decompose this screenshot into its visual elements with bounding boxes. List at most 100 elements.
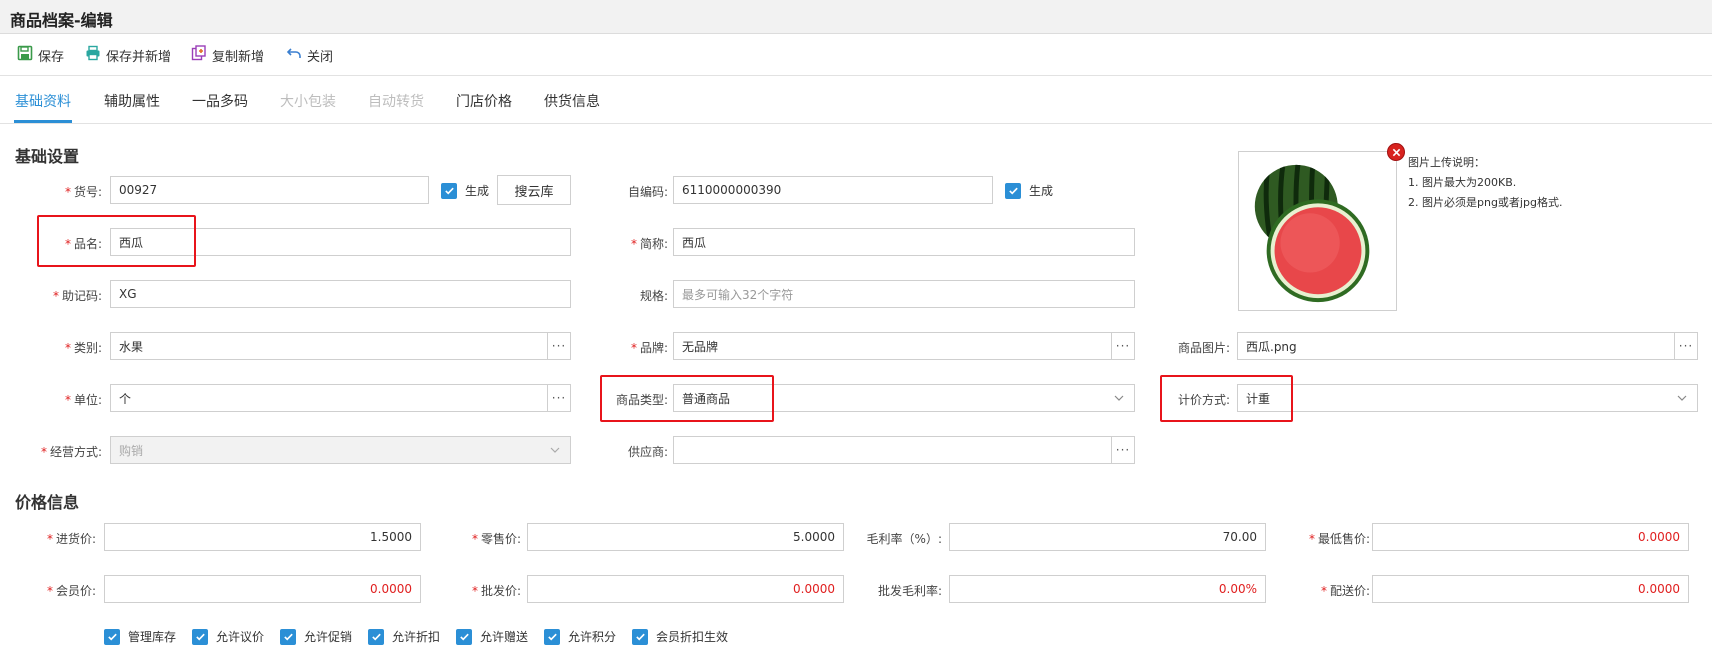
spec-input[interactable]: 最多可输入32个字符 bbox=[673, 280, 1135, 308]
pricing-value: 计重 bbox=[1246, 391, 1271, 406]
chevron-down-icon bbox=[550, 447, 560, 453]
delivery-price-input[interactable]: 0.0000 bbox=[1372, 575, 1689, 603]
checkbox-check-icon bbox=[456, 628, 472, 645]
close-button[interactable]: 关闭 bbox=[286, 44, 333, 66]
tab-supply-info[interactable]: 供货信息 bbox=[544, 91, 600, 111]
goods-type-select[interactable]: 普通商品 bbox=[673, 384, 1135, 412]
active-tab-indicator bbox=[14, 120, 72, 123]
image-note-title: 图片上传说明： bbox=[1408, 156, 1485, 169]
image-note-line-2: 2. 图片必须是png或者jpg格式. bbox=[1408, 196, 1563, 209]
self-code-generate-checkbox[interactable]: 生成 bbox=[1005, 182, 1053, 199]
tab-multi-code[interactable]: 一品多码 bbox=[192, 91, 248, 111]
option-label: 允许赠送 bbox=[480, 630, 529, 644]
picture-input[interactable]: 西瓜.png ··· bbox=[1237, 332, 1698, 360]
min-price-input[interactable]: 0.0000 bbox=[1372, 523, 1689, 551]
pricing-label: 计价方式: bbox=[1177, 393, 1230, 407]
tab-auto-transfer: 自动转货 bbox=[368, 94, 424, 110]
pricing-select[interactable]: 计重 bbox=[1237, 384, 1698, 412]
wholesale-margin-input[interactable]: 0.00% bbox=[949, 575, 1266, 603]
retail-price-input[interactable]: 5.0000 bbox=[527, 523, 844, 551]
short-name-input[interactable]: 西瓜 bbox=[673, 228, 1135, 256]
category-more-button[interactable]: ··· bbox=[547, 332, 571, 360]
wholesale-price-input[interactable]: 0.0000 bbox=[527, 575, 844, 603]
toolbar: 保存 保存并新增 复制新增 关闭 bbox=[0, 34, 1712, 76]
checkbox-check-icon bbox=[632, 628, 648, 645]
watermelon-image bbox=[1254, 164, 1370, 303]
supplier-label: 供应商: bbox=[627, 445, 668, 459]
section-title-basic: 基础设置 bbox=[15, 147, 80, 166]
save-and-new-button[interactable]: 保存并新增 bbox=[85, 44, 171, 66]
category-label: * 类别: bbox=[64, 341, 102, 355]
undo-arrow-icon bbox=[286, 45, 302, 65]
option-label: 允许折扣 bbox=[392, 630, 441, 644]
close-icon bbox=[1392, 148, 1400, 156]
member-price-input[interactable]: 0.0000 bbox=[104, 575, 421, 603]
supplier-more-button[interactable]: ··· bbox=[1111, 436, 1135, 464]
tab-bar: 基础资料 辅助属性 一品多码 大小包装 自动转货 门店价格 供货信息 bbox=[0, 76, 1712, 124]
wholesale-price-label: * 批发价: bbox=[471, 584, 521, 598]
picture-label: 商品图片: bbox=[1177, 341, 1230, 355]
checkbox-check-icon bbox=[280, 628, 296, 645]
option-allow-gift-checkbox[interactable]: 允许赠送 bbox=[456, 628, 528, 645]
purchase-price-input[interactable]: 1.5000 bbox=[104, 523, 421, 551]
mnemonic-input[interactable]: XG bbox=[110, 280, 571, 308]
checkbox-check-icon bbox=[544, 628, 560, 645]
save-button[interactable]: 保存 bbox=[17, 44, 64, 66]
copy-new-button[interactable]: 复制新增 bbox=[191, 44, 264, 66]
checkbox-check-icon bbox=[441, 182, 457, 199]
tab-store-price[interactable]: 门店价格 bbox=[456, 91, 512, 111]
purchase-price-label: * 进货价: bbox=[46, 532, 96, 546]
option-manage-stock-checkbox[interactable]: 管理库存 bbox=[104, 628, 176, 645]
option-allow-promotion-checkbox[interactable]: 允许促销 bbox=[280, 628, 352, 645]
picture-more-button[interactable]: ··· bbox=[1674, 332, 1698, 360]
item-no-generate-checkbox[interactable]: 生成 bbox=[441, 182, 489, 199]
wholesale-margin-label: 批发毛利率: bbox=[877, 584, 942, 598]
image-upload-note: 图片上传说明： 1. 图片最大为200KB. 2. 图片必须是png或者jpg格… bbox=[1408, 153, 1562, 213]
gross-margin-input[interactable]: 70.00 bbox=[949, 523, 1266, 551]
item-no-generate-label: 生成 bbox=[465, 184, 490, 198]
unit-more-button[interactable]: ··· bbox=[547, 384, 571, 412]
brand-more-button[interactable]: ··· bbox=[1111, 332, 1135, 360]
item-no-input[interactable]: 00927 bbox=[110, 176, 429, 204]
business-mode-label: * 经营方式: bbox=[40, 445, 102, 459]
copy-icon bbox=[191, 45, 207, 65]
brand-input[interactable]: 无品牌 ··· bbox=[673, 332, 1135, 360]
image-note-line-1: 1. 图片最大为200KB. bbox=[1408, 176, 1517, 189]
self-code-input[interactable]: 6110000000390 bbox=[673, 176, 993, 204]
tab-basic[interactable]: 基础资料 bbox=[15, 91, 71, 111]
checkbox-check-icon bbox=[192, 628, 208, 645]
chevron-down-icon bbox=[1114, 395, 1124, 401]
search-cloud-button[interactable]: 搜云库 bbox=[497, 175, 571, 205]
close-label: 关闭 bbox=[307, 49, 334, 65]
unit-input[interactable]: 个 ··· bbox=[110, 384, 571, 412]
chevron-down-icon bbox=[1677, 395, 1687, 401]
option-label: 允许议价 bbox=[216, 630, 265, 644]
item-no-label: * 货号: bbox=[64, 185, 102, 199]
option-allow-discount-checkbox[interactable]: 允许折扣 bbox=[368, 628, 440, 645]
name-input[interactable]: 西瓜 bbox=[110, 228, 571, 256]
product-image[interactable] bbox=[1238, 151, 1397, 311]
brand-value: 无品牌 bbox=[682, 339, 719, 354]
spec-label: 规格: bbox=[639, 289, 668, 303]
tab-packaging: 大小包装 bbox=[280, 94, 336, 110]
option-allow-bargain-checkbox[interactable]: 允许议价 bbox=[192, 628, 264, 645]
delivery-price-label: * 配送价: bbox=[1320, 584, 1370, 598]
goods-type-label: 商品类型: bbox=[615, 393, 668, 407]
remove-image-button[interactable] bbox=[1387, 143, 1405, 161]
option-label: 允许促销 bbox=[304, 630, 353, 644]
category-input[interactable]: 水果 ··· bbox=[110, 332, 571, 360]
tab-aux-attrs[interactable]: 辅助属性 bbox=[104, 91, 160, 111]
section-title-price: 价格信息 bbox=[15, 493, 80, 512]
option-member-discount-checkbox[interactable]: 会员折扣生效 bbox=[632, 628, 728, 645]
window-title: 商品档案-编辑 bbox=[10, 11, 113, 30]
business-mode-select: 购销 bbox=[110, 436, 571, 464]
option-label: 允许积分 bbox=[568, 630, 617, 644]
save-and-new-label: 保存并新增 bbox=[106, 49, 172, 65]
option-allow-points-checkbox[interactable]: 允许积分 bbox=[544, 628, 616, 645]
supplier-input[interactable]: ··· bbox=[673, 436, 1135, 464]
gross-margin-label: 毛利率（%）: bbox=[866, 532, 942, 546]
printer-icon bbox=[85, 45, 101, 65]
unit-label: * 单位: bbox=[64, 393, 102, 407]
self-code-label: 自编码: bbox=[627, 185, 668, 199]
checkbox-check-icon bbox=[1005, 182, 1021, 199]
